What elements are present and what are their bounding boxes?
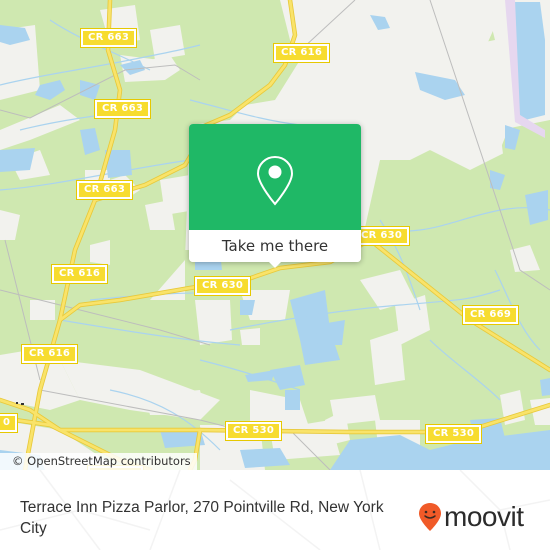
footer: Terrace Inn Pizza Parlor, 270 Pointville…: [0, 470, 550, 550]
road-label-cr663: CR 663: [79, 28, 138, 48]
road-label-cr663: CR 663: [75, 180, 134, 200]
road-label-cr616: CR 616: [50, 264, 109, 284]
popup-pointer: [267, 260, 283, 268]
moovit-wordmark: moovit: [444, 501, 524, 532]
moovit-logo[interactable]: moovit: [418, 501, 524, 532]
map-attribution[interactable]: © OpenStreetMap contributors: [0, 453, 197, 470]
road-label-cr530: CR 530: [424, 424, 483, 444]
road-label-cr630: CR 630: [193, 276, 252, 296]
place-title: Terrace Inn Pizza Parlor, 270 Pointville…: [20, 499, 384, 537]
location-popup: Take me there: [189, 124, 361, 268]
popup-header: [189, 124, 361, 230]
map-pin-icon: [256, 155, 294, 206]
road-label-cr616: CR 616: [272, 43, 331, 63]
road-label-cr630: CR 630: [352, 226, 411, 246]
take-me-there-button[interactable]: Take me there: [189, 230, 361, 262]
moovit-smiley-pin-icon: [419, 503, 441, 531]
road-label-cr663: CR 663: [93, 99, 152, 119]
road-label-cr616: CR 616: [20, 344, 79, 364]
road-label-cr530: CR 530: [224, 421, 283, 441]
road-label-cr669: CR 669: [461, 305, 520, 325]
road-label-edge: 0: [0, 413, 19, 433]
map-view[interactable]: CR 663 CR 663 CR 663 CR 616 CR 616 CR 61…: [0, 0, 550, 470]
